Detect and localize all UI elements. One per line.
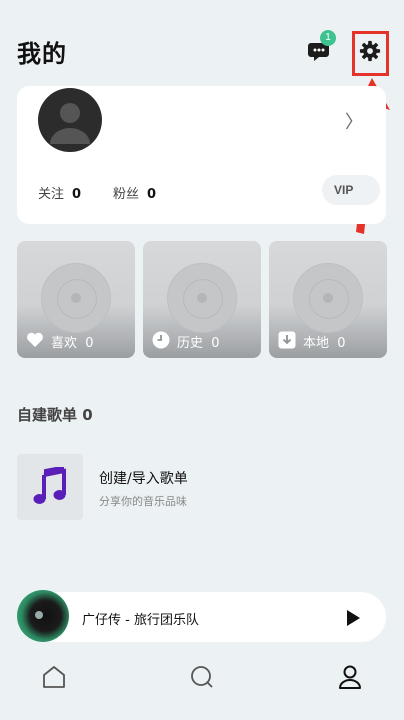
playlist-section-title: 自建歌单 0 bbox=[17, 404, 93, 425]
search-icon[interactable] bbox=[188, 663, 216, 691]
messages-button[interactable]: 1 bbox=[306, 30, 336, 66]
tile-local[interactable]: 本地 0 bbox=[269, 241, 387, 358]
page-title: 我的 bbox=[17, 40, 67, 68]
tile-label: 历史 0 bbox=[177, 332, 220, 351]
download-icon bbox=[278, 331, 296, 349]
create-playlist-title: 创建/导入歌单 bbox=[99, 471, 188, 487]
disc-placeholder bbox=[293, 263, 363, 333]
mini-player[interactable] bbox=[17, 592, 386, 642]
disc-placeholder bbox=[41, 263, 111, 333]
profile-icon[interactable] bbox=[336, 663, 364, 691]
tile-label-text: 喜欢 bbox=[51, 336, 78, 351]
follow-label: 关注 bbox=[38, 187, 65, 202]
avatar[interactable] bbox=[38, 88, 102, 152]
tile-label: 本地 0 bbox=[303, 332, 346, 351]
tile-count: 0 bbox=[211, 336, 220, 351]
tile-count: 0 bbox=[337, 336, 346, 351]
disc-placeholder bbox=[167, 263, 237, 333]
heart-icon bbox=[27, 332, 43, 347]
follow-count: 0 bbox=[72, 187, 82, 202]
tile-label-text: 本地 bbox=[303, 336, 330, 351]
follow-stat[interactable]: 关注 0 bbox=[38, 183, 81, 202]
vip-button[interactable]: VIP bbox=[322, 175, 380, 205]
profile-chevron-icon[interactable]: 〉 bbox=[345, 108, 363, 134]
annotation-highlight-box bbox=[352, 31, 389, 76]
default-user-icon bbox=[50, 103, 90, 144]
create-playlist-thumb bbox=[17, 454, 83, 520]
playlist-count: 0 bbox=[82, 406, 93, 424]
music-note-icon bbox=[33, 467, 66, 504]
tile-favorites[interactable]: 喜欢 0 bbox=[17, 241, 135, 358]
clock-icon bbox=[152, 331, 170, 349]
play-icon[interactable] bbox=[344, 609, 362, 627]
fans-stat[interactable]: 粉丝 0 bbox=[113, 183, 156, 202]
tile-label: 喜欢 0 bbox=[51, 332, 94, 351]
tile-history[interactable]: 历史 0 bbox=[143, 241, 261, 358]
tile-count: 0 bbox=[85, 336, 94, 351]
home-icon[interactable] bbox=[40, 663, 68, 691]
section-title-text: 自建歌单 bbox=[17, 406, 78, 424]
now-playing-title[interactable]: 广仔传 - 旅行团乐队 bbox=[82, 609, 199, 628]
create-playlist-subtitle: 分享你的音乐品味 bbox=[99, 495, 187, 508]
fans-count: 0 bbox=[147, 187, 157, 202]
create-playlist-row[interactable]: 创建/导入歌单 分享你的音乐品味 bbox=[17, 454, 317, 520]
message-count-badge: 1 bbox=[320, 30, 336, 46]
album-disc-center bbox=[35, 611, 43, 619]
album-disc[interactable] bbox=[17, 590, 69, 642]
tile-label-text: 历史 bbox=[177, 336, 204, 351]
fans-label: 粉丝 bbox=[113, 187, 140, 202]
